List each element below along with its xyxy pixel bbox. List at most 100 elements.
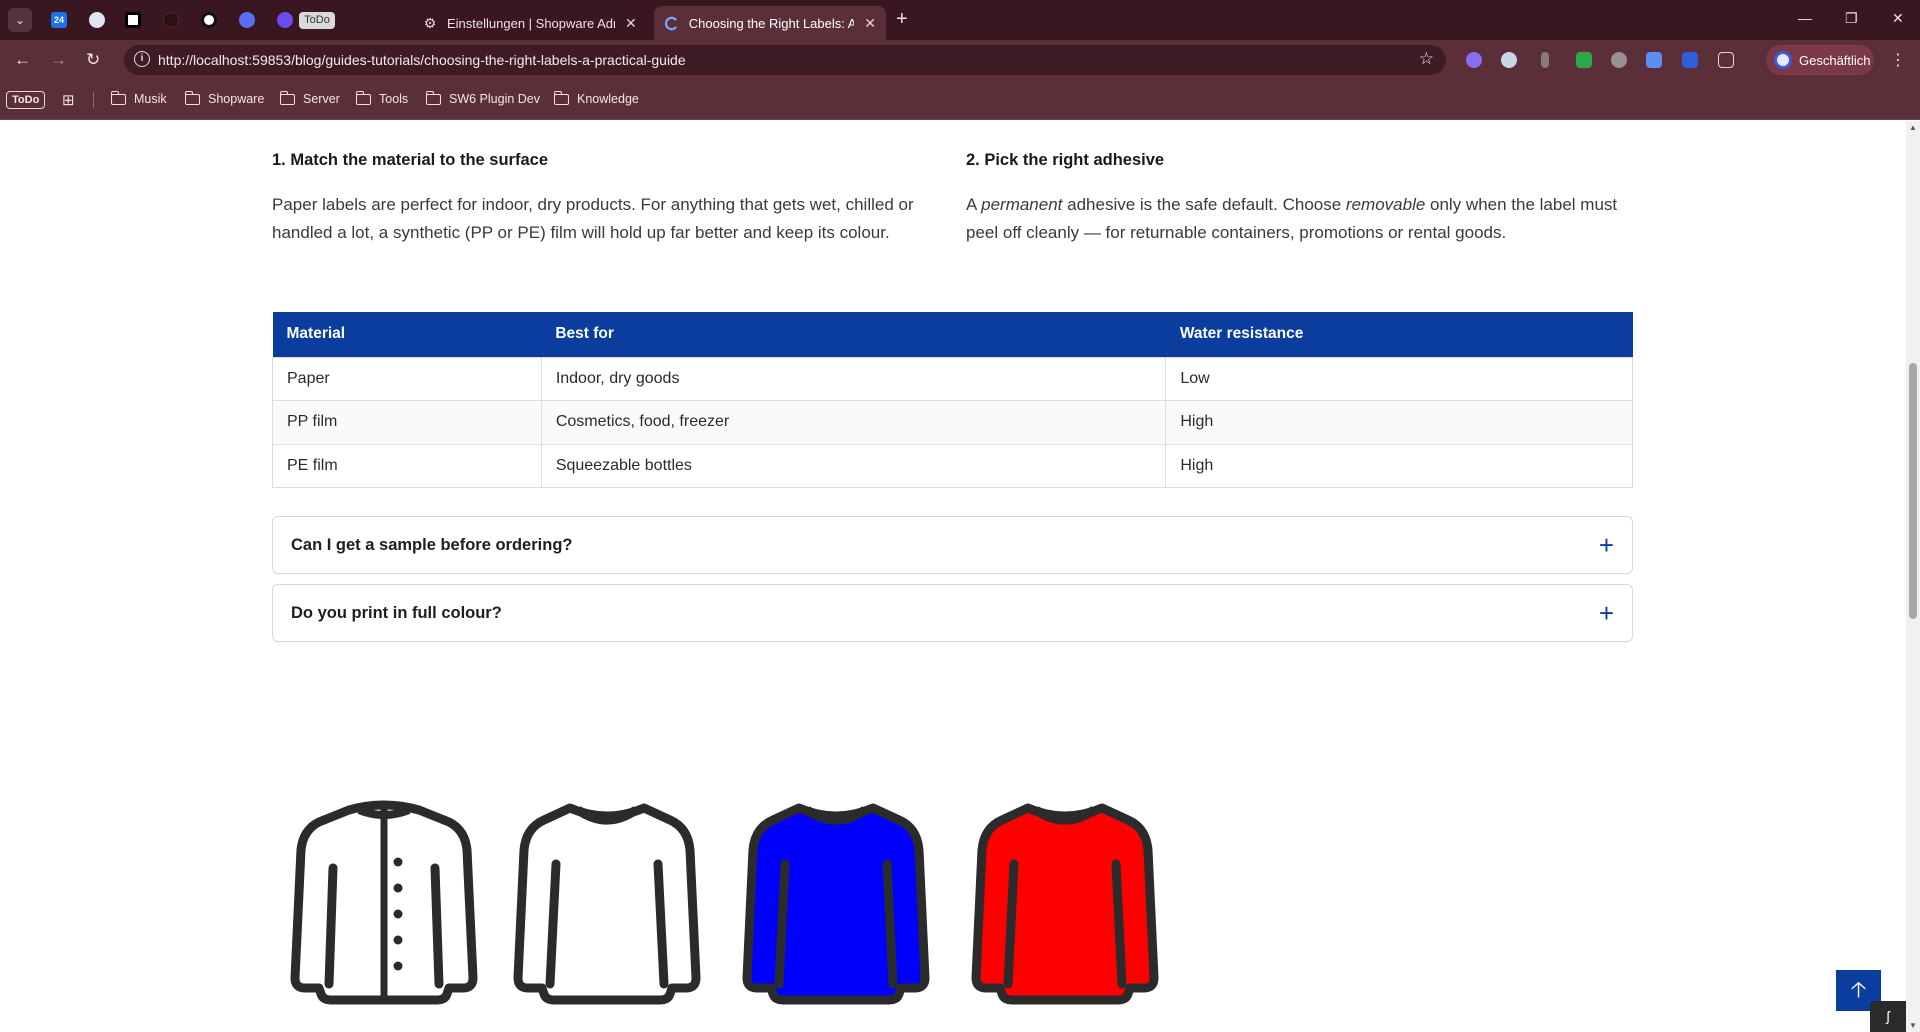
table-cell: PE film	[272, 443, 542, 488]
bookmark-folder-server[interactable]: Server	[279, 90, 340, 106]
browser-menu-icon[interactable]: ⋮	[1890, 50, 1906, 70]
tab-title: Einstellungen | Shopware Admin	[447, 15, 615, 31]
tab-title: Choosing the Right Labels: A Pr	[688, 15, 855, 31]
debug-toolbar-icon[interactable]: ʃ	[1870, 1001, 1906, 1032]
bookmarks-divider	[93, 92, 94, 108]
faq-question: Can I get a sample before ordering?	[291, 535, 573, 554]
extension-gear-icon[interactable]	[1466, 52, 1482, 68]
section-heading: 1. Match the material to the surface	[272, 151, 548, 169]
bookmark-star-icon[interactable]: ☆	[1419, 49, 1434, 69]
calendar-icon: 24	[51, 12, 67, 28]
section-heading: 2. Pick the right adhesive	[966, 151, 1165, 169]
pinned-tab-calendar[interactable]: 24	[48, 9, 70, 31]
guide-column-material: 1. Match the material to the surface Pap…	[272, 151, 947, 247]
site-info-icon[interactable]: i	[134, 51, 150, 67]
pinned-tab-app[interactable]	[236, 9, 258, 31]
tab-close-icon[interactable]: ✕	[625, 15, 637, 32]
tab-choosing-labels[interactable]: Choosing the Right Labels: A Pr ✕	[654, 6, 886, 40]
pinned-tab-github[interactable]	[160, 9, 182, 31]
v-logo-icon	[201, 12, 217, 28]
shirt-white-icon[interactable]	[512, 798, 702, 1008]
folder-icon	[184, 90, 200, 105]
extension-bug-icon[interactable]	[1611, 52, 1627, 68]
pinned-tab-cube[interactable]	[86, 9, 108, 31]
bookmark-folder-musik[interactable]: Musik	[110, 90, 167, 106]
bookmark-label: Knowledge	[577, 92, 639, 106]
forward-button[interactable]: →	[50, 50, 67, 70]
restore-button[interactable]: ❐	[1845, 10, 1858, 27]
tab-close-icon[interactable]: ✕	[864, 15, 876, 32]
emphasis-permanent: permanent	[981, 195, 1063, 214]
shirt-red-icon[interactable]	[970, 798, 1160, 1008]
folder-icon	[110, 90, 126, 105]
page-scrollbar[interactable]: ▲ ▼	[1906, 121, 1920, 1032]
browser-toolbar: ← → ↻ i http://localhost:59853/blog/guid…	[0, 40, 1920, 80]
page-favicon-icon	[664, 15, 680, 31]
github-icon	[163, 12, 179, 28]
faq-item-sample[interactable]: Can I get a sample before ordering? +	[272, 516, 1633, 574]
extension-copy-icon[interactable]	[1646, 52, 1662, 68]
guide-column-adhesive: 2. Pick the right adhesive A permanent a…	[966, 151, 1641, 247]
pinned-tab-vivaldi[interactable]	[198, 9, 220, 31]
scrollbar-thumb[interactable]	[1909, 363, 1917, 619]
pinned-tab-purple[interactable]	[274, 9, 296, 31]
extension-on-icon[interactable]	[1576, 52, 1592, 68]
expand-plus-icon[interactable]: +	[1599, 600, 1614, 626]
minimize-button[interactable]: —	[1798, 10, 1812, 26]
extension-shield-icon[interactable]	[1682, 52, 1698, 68]
bookmark-label: SW6 Plugin Dev	[449, 92, 541, 106]
folder-icon	[425, 90, 441, 105]
column-header-water-resistance: Water resistance	[1165, 312, 1633, 357]
section-text: Paper labels are perfect for indoor, dry…	[272, 195, 914, 242]
apps-grid-icon[interactable]: ⊞	[62, 91, 75, 109]
back-button[interactable]: ←	[14, 50, 31, 70]
bookmark-folder-sw6-plugin-dev[interactable]: SW6 Plugin Dev	[425, 90, 541, 106]
app-icon	[239, 12, 255, 28]
profile-button[interactable]: Geschäftlich	[1766, 45, 1874, 75]
bookmark-folder-shopware[interactable]: Shopware	[184, 90, 265, 106]
shirt-blue-icon[interactable]	[741, 798, 931, 1008]
bookmark-folder-knowledge[interactable]: Knowledge	[553, 90, 639, 106]
tab-shopware-admin[interactable]: ⚙ Einstellungen | Shopware Admin ✕	[412, 6, 652, 40]
purple-circle-icon	[277, 12, 293, 28]
shirt-body	[513, 803, 701, 1005]
scroll-up-arrow-icon[interactable]: ▲	[1909, 123, 1917, 132]
new-tab-button[interactable]: +	[896, 8, 908, 31]
table-row: Paper Indoor, dry goods Low	[272, 356, 1633, 401]
extension-dropper-icon[interactable]	[1541, 52, 1549, 68]
close-window-button[interactable]: ✕	[1892, 10, 1904, 27]
bookmark-label: Musik	[134, 92, 167, 106]
column-header-material: Material	[272, 312, 542, 357]
table-row: PP film Cosmetics, food, freezer High	[272, 400, 1633, 445]
profile-label: Geschäftlich	[1799, 52, 1871, 68]
notion-icon	[125, 12, 141, 28]
jacket-icon[interactable]	[289, 798, 479, 1008]
table-cell: Paper	[272, 356, 542, 401]
pinned-tab-notion[interactable]	[122, 9, 144, 31]
reload-button[interactable]: ↻	[86, 50, 100, 70]
tab-search-button[interactable]: ⌄	[8, 8, 32, 32]
material-table: Material Best for Water resistance Paper…	[272, 312, 1633, 488]
bookmark-label: Shopware	[208, 92, 265, 106]
avatar	[1774, 51, 1792, 69]
url-text[interactable]: http://localhost:59853/blog/guides-tutor…	[158, 52, 686, 68]
expand-plus-icon[interactable]: +	[1599, 532, 1614, 558]
extensions-puzzle-icon[interactable]	[1718, 52, 1734, 68]
page-viewport: 1. Match the material to the surface Pap…	[0, 121, 1906, 1032]
address-bar[interactable]: i http://localhost:59853/blog/guides-tut…	[124, 45, 1446, 75]
extension-eyes-icon[interactable]	[1501, 52, 1517, 68]
gear-icon: ⚙	[423, 14, 437, 31]
column-header-best-for: Best for	[541, 312, 1166, 357]
pinned-tab-todo[interactable]: ToDo	[299, 9, 335, 31]
bookmark-folder-tools[interactable]: Tools	[355, 90, 408, 106]
table-cell: High	[1165, 400, 1633, 445]
faq-item-full-colour[interactable]: Do you print in full colour? +	[272, 584, 1633, 642]
todo-badge: ToDo	[299, 11, 335, 29]
scroll-down-arrow-icon[interactable]: ▼	[1909, 1021, 1917, 1030]
text-fragment: adhesive is the safe default. Choose	[1062, 195, 1346, 214]
bookmarks-bar: ToDo ⊞ Musik Shopware Server Tools SW6 P…	[0, 80, 1920, 120]
table-cell: PP film	[272, 400, 542, 445]
faq-question: Do you print in full colour?	[291, 603, 502, 622]
bookmark-todo[interactable]: ToDo	[6, 91, 46, 109]
folder-icon	[279, 90, 295, 105]
